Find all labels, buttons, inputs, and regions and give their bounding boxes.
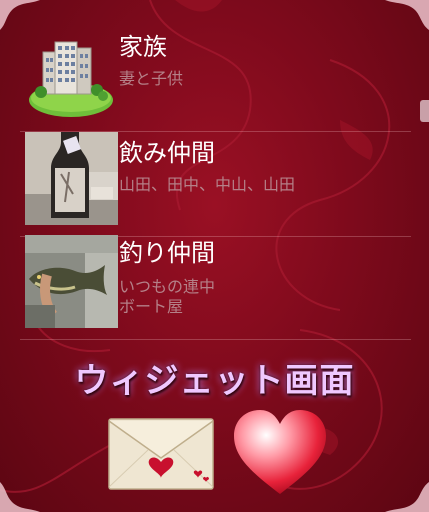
heart-icon[interactable] [232,408,328,496]
item-title: 釣り仲間 [119,239,215,267]
list-item-drinking-friends[interactable]: 飲み仲間 山田、田中、中山、山田 [0,131,411,237]
widget-screen-title: ウィジェット画面 [74,361,355,401]
item-title: 家族 [119,33,167,61]
fish-photo [25,235,118,328]
divider [20,339,411,340]
item-subtitle: 妻と子供 [119,69,184,88]
sake-bottle-photo [25,132,118,225]
building-icon [25,30,118,123]
item-title: 飲み仲間 [119,139,215,167]
list-item-fishing-friends[interactable]: 釣り仲間 いつもの連中 ボート屋 [0,235,411,339]
list-item-family[interactable]: 家族 妻と子供 [0,25,411,131]
envelope-heart-icon[interactable] [108,418,214,490]
side-drawer-handle[interactable] [420,100,429,122]
item-subtitle: いつもの連中 ボート屋 [119,277,216,316]
item-subtitle: 山田、田中、中山、山田 [119,175,296,194]
